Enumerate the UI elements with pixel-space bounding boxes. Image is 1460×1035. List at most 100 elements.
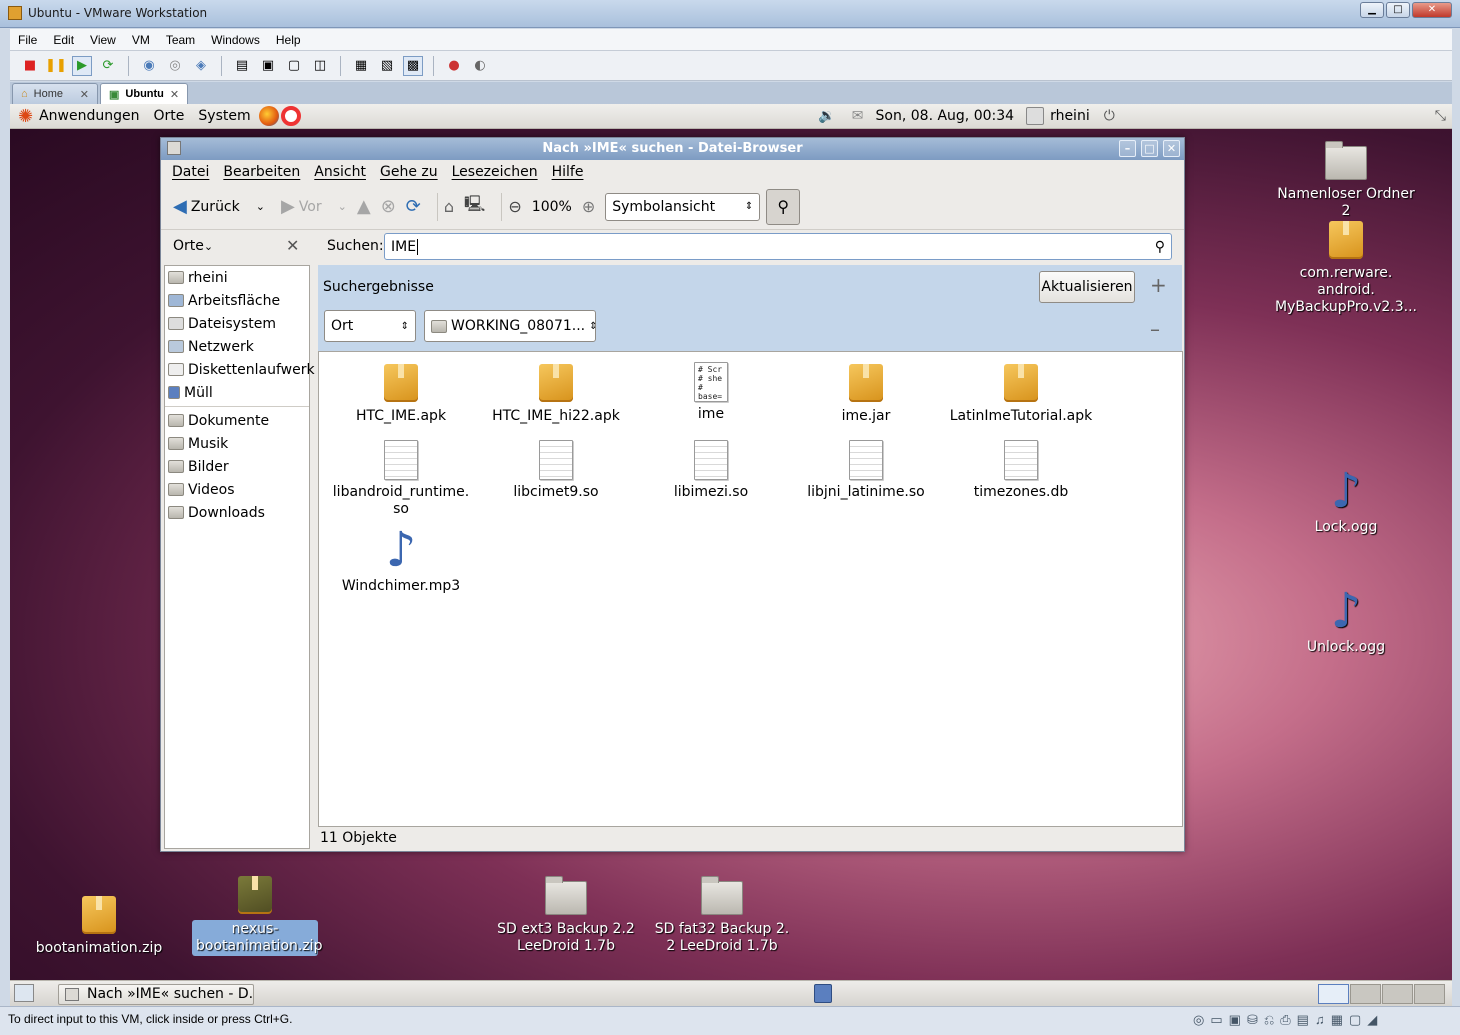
fullscreen-icon[interactable]: ▢	[284, 56, 304, 76]
desktop-icon[interactable]: ♪ Unlock.ogg	[1271, 587, 1421, 656]
sidebar-item-downloads[interactable]: Downloads	[165, 501, 309, 524]
resize-grip-icon[interactable]: ◢	[1367, 1012, 1377, 1028]
file-item[interactable]: ime.jar	[791, 364, 941, 425]
menu-edit[interactable]: Edit	[45, 33, 82, 47]
binoculars-icon[interactable]: ⚲	[1155, 239, 1165, 255]
sound-icon[interactable]: ♫	[1315, 1012, 1325, 1028]
unity-icon[interactable]: ◫	[310, 56, 330, 76]
sidebar-item-filesystem[interactable]: Dateisystem	[165, 312, 309, 335]
menu-file[interactable]: File	[10, 33, 45, 47]
revert-snapshot-icon[interactable]: ◎	[165, 56, 185, 76]
sidebar-item-music[interactable]: Musik	[165, 432, 309, 455]
add-criteria-icon[interactable]: +	[1150, 273, 1167, 297]
sidebar-selector[interactable]: Orte ⌄	[173, 238, 213, 254]
up-arrow-icon[interactable]: ▲	[357, 196, 371, 217]
sidebar-item-home[interactable]: rheini	[165, 266, 309, 289]
file-item[interactable]: LatinImeTutorial.apk	[946, 364, 1096, 425]
panel-menu-system[interactable]: System	[198, 108, 250, 124]
workspace-1[interactable]	[1318, 984, 1349, 1004]
save-icon[interactable]: ▣	[1229, 1012, 1241, 1028]
desktop-icon[interactable]: com.rerware. android. MyBackupPro.v2.3..…	[1271, 221, 1421, 316]
desktop-icon[interactable]: SD fat32 Backup 2. 2 LeeDroid 1.7b	[647, 876, 797, 955]
storage-icon[interactable]: ▤	[1297, 1012, 1309, 1028]
file-item[interactable]: HTC_IME.apk	[326, 364, 476, 425]
file-item[interactable]: ♪ Windchimer.mp3	[326, 526, 476, 595]
show-desktop-icon[interactable]	[14, 984, 34, 1002]
chevron-down-icon[interactable]: ⌄	[256, 200, 265, 213]
menu-team[interactable]: Team	[158, 33, 203, 47]
chevron-down-icon[interactable]: ⌄	[338, 200, 347, 213]
panel-menu-places[interactable]: Orte	[154, 108, 185, 124]
close-tab-icon[interactable]: ✕	[170, 88, 179, 101]
menu-datei[interactable]: Datei	[165, 164, 216, 180]
file-item[interactable]: # Scr # she # base= ime	[636, 362, 786, 423]
message-icon[interactable]: ▢	[1349, 1012, 1361, 1028]
search-input[interactable]: IME ⚲	[384, 233, 1172, 260]
sidebar-item-network[interactable]: Netzwerk	[165, 335, 309, 358]
back-button[interactable]: ◀ Zurück ⌄	[173, 196, 265, 217]
menu-windows[interactable]: Windows	[203, 33, 268, 47]
vm-fit-icon[interactable]: ⤡	[1435, 108, 1446, 124]
zoom-in-icon[interactable]: ⊕	[582, 197, 595, 216]
view-mode-select[interactable]: Symbolansicht ⇕	[605, 192, 761, 221]
maximize-button[interactable]: □	[1386, 2, 1410, 18]
power-off-icon[interactable]: ■	[20, 56, 40, 76]
power-on-icon[interactable]: ▶	[72, 55, 92, 76]
sidebar-toggle-icon[interactable]: ▤	[232, 56, 252, 76]
location-select[interactable]: WORKING_08071... ⇕	[424, 310, 598, 342]
menu-hilfe[interactable]: Hilfe	[545, 164, 591, 180]
workspace-2[interactable]	[1350, 984, 1381, 1004]
search-toggle-button[interactable]: ⚲	[766, 188, 801, 225]
user-name[interactable]: rheini	[1050, 108, 1090, 124]
desktop-icon[interactable]: SD ext3 Backup 2.2 LeeDroid 1.7b	[491, 876, 641, 955]
file-item[interactable]: libimezi.so	[636, 440, 786, 501]
reset-icon[interactable]: ⟳	[98, 56, 118, 76]
usb-icon[interactable]: ⎌	[1264, 1012, 1274, 1028]
computer-icon[interactable]: 🖳	[464, 193, 485, 220]
console-view-icon[interactable]: ▩	[403, 55, 423, 76]
workspace-4[interactable]	[1414, 984, 1445, 1004]
snapshot-icon[interactable]: ◉	[139, 56, 159, 76]
forward-button[interactable]: ▶ Vor ⌄	[281, 196, 347, 217]
snapshot-manager-icon[interactable]: ◈	[191, 56, 211, 76]
network-icon[interactable]: ⛁	[1247, 1012, 1258, 1028]
mail-icon[interactable]: ✉	[852, 108, 864, 124]
zoom-level[interactable]: 100%	[532, 199, 572, 215]
menu-gehe-zu[interactable]: Gehe zu	[373, 164, 445, 180]
tab-home[interactable]: ⌂ Home ✕	[12, 83, 98, 104]
cd-icon[interactable]: ◎	[1193, 1012, 1204, 1028]
replay-icon[interactable]: ◐	[470, 56, 490, 76]
summary-view-icon[interactable]: ▦	[351, 56, 371, 76]
volume-icon[interactable]: 🔉	[818, 108, 835, 124]
maximize-button[interactable]: □	[1141, 140, 1158, 157]
minimize-button[interactable]: ▁	[1360, 2, 1384, 18]
zoom-out-icon[interactable]: ⊖	[508, 197, 521, 216]
window-menu-icon[interactable]	[167, 141, 181, 155]
suspend-icon[interactable]: ❚❚	[45, 56, 67, 76]
menu-ansicht[interactable]: Ansicht	[307, 164, 373, 180]
close-tab-icon[interactable]: ✕	[80, 88, 89, 101]
desktop-icon[interactable]: ♪ Lock.ogg	[1271, 467, 1421, 536]
menu-view[interactable]: View	[82, 33, 124, 47]
stop-icon[interactable]: ⊗	[381, 196, 396, 217]
file-item[interactable]: libcimet9.so	[481, 440, 631, 501]
menu-vm[interactable]: VM	[124, 33, 158, 47]
display-icon[interactable]: ▦	[1331, 1012, 1343, 1028]
refresh-button[interactable]: Aktualisieren	[1039, 271, 1135, 303]
disk-icon[interactable]: ▭	[1210, 1012, 1222, 1028]
remove-criteria-icon[interactable]: –	[1150, 317, 1160, 341]
file-item[interactable]: libandroid_runtime. so	[326, 440, 476, 518]
sidebar-item-floppy[interactable]: Diskettenlaufwerk	[165, 358, 315, 381]
menu-lesezeichen[interactable]: Lesezeichen	[445, 164, 545, 180]
file-item[interactable]: libjni_latinime.so	[791, 440, 941, 501]
criteria-type-select[interactable]: Ort ⇕	[324, 310, 416, 342]
appliance-view-icon[interactable]: ▧	[377, 56, 397, 76]
printer-icon[interactable]: ⎙	[1280, 1012, 1290, 1028]
close-sidebar-icon[interactable]: ✕	[286, 236, 299, 255]
help-icon[interactable]	[280, 106, 301, 126]
record-icon[interactable]: ●	[444, 56, 464, 76]
minimize-button[interactable]: –	[1119, 140, 1136, 157]
home-folder-icon[interactable]: ⌂	[444, 197, 454, 216]
quick-switch-icon[interactable]: ▣	[258, 56, 278, 76]
reload-icon[interactable]: ⟳	[406, 196, 421, 217]
